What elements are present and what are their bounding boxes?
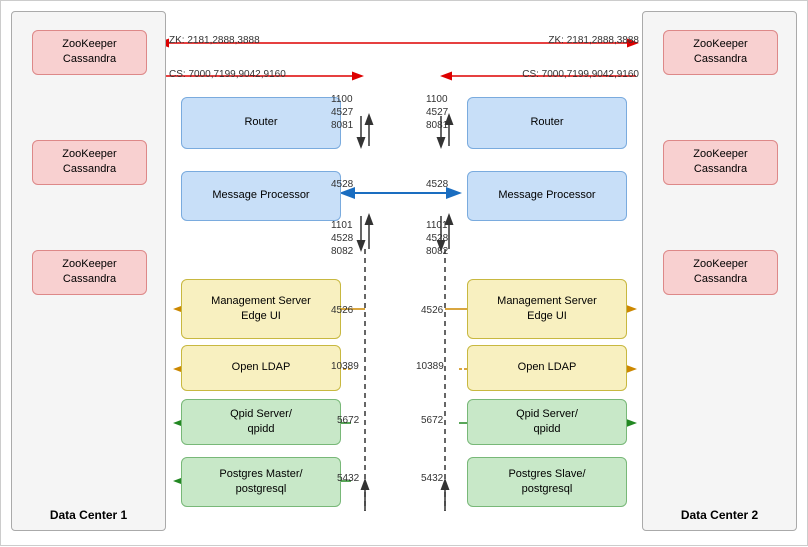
zk2-box1: ZooKeeperCassandra: [663, 30, 778, 75]
left-mp-box: Message Processor: [181, 171, 341, 221]
right-ldap-box: Open LDAP: [467, 345, 627, 391]
zk2-box3: ZooKeeperCassandra: [663, 250, 778, 295]
right-pg-box: Postgres Slave/postgresql: [467, 457, 627, 507]
right-mp-box: Message Processor: [467, 171, 627, 221]
zk-port-label-right: ZK: 2181,2888,3888: [548, 35, 639, 46]
cs-port-left: CS: 7000,7199,9042,9160: [169, 69, 286, 80]
left-ldap-label: Open LDAP: [232, 360, 291, 375]
right-mp-label: Message Processor: [498, 188, 595, 203]
left-pg-label: Postgres Master/postgresql: [219, 467, 302, 498]
main-diagram: ZooKeeperCassandra ZooKeeperCassandra Zo…: [0, 0, 808, 546]
right-router-box: Router: [467, 97, 627, 149]
qpid-port-left: 5672: [337, 415, 359, 426]
right-ldap-label: Open LDAP: [518, 360, 577, 375]
mgmt-port-right: 4526: [421, 305, 443, 316]
left-ldap-box: Open LDAP: [181, 345, 341, 391]
cs-port-right: CS: 7000,7199,9042,9160: [522, 69, 639, 80]
left-mgmt-label: Management ServerEdge UI: [211, 294, 311, 325]
ldap-port-right: 10389: [416, 361, 444, 372]
router-ports-right: 110045278081: [426, 93, 448, 132]
dc2-box: ZooKeeperCassandra ZooKeeperCassandra Zo…: [642, 11, 797, 531]
zk2-box2: ZooKeeperCassandra: [663, 140, 778, 185]
mp-port-left: 4528: [331, 179, 353, 190]
left-qpid-box: Qpid Server/qpidd: [181, 399, 341, 445]
zk1-box2: ZooKeeperCassandra: [32, 140, 147, 185]
right-mgmt-label: Management ServerEdge UI: [497, 294, 597, 325]
pg-port-right: 5432: [421, 473, 443, 484]
mp-ports-bottom-right: 110145288082: [426, 219, 448, 258]
right-qpid-box: Qpid Server/qpidd: [467, 399, 627, 445]
left-router-label: Router: [244, 115, 277, 130]
right-pg-label: Postgres Slave/postgresql: [508, 467, 585, 498]
qpid-port-right: 5672: [421, 415, 443, 426]
router-ports-left: 110045278081: [331, 93, 353, 132]
mp-port-right: 4528: [426, 179, 448, 190]
pg-port-left: 5432: [337, 473, 359, 484]
left-qpid-label: Qpid Server/qpidd: [230, 407, 292, 438]
right-mgmt-box: Management ServerEdge UI: [467, 279, 627, 339]
ldap-port-left: 10389: [331, 361, 359, 372]
left-mgmt-box: Management ServerEdge UI: [181, 279, 341, 339]
right-qpid-label: Qpid Server/qpidd: [516, 407, 578, 438]
left-mp-label: Message Processor: [212, 188, 309, 203]
dc1-box: ZooKeeperCassandra ZooKeeperCassandra Zo…: [11, 11, 166, 531]
dc1-label: Data Center 1: [50, 508, 127, 522]
mgmt-port-left: 4526: [331, 305, 353, 316]
zk-port-label-left: ZK: 2181,2888,3888: [169, 35, 260, 46]
right-router-label: Router: [530, 115, 563, 130]
left-pg-box: Postgres Master/postgresql: [181, 457, 341, 507]
zk1-box1: ZooKeeperCassandra: [32, 30, 147, 75]
left-router-box: Router: [181, 97, 341, 149]
mp-ports-bottom-left: 110145288082: [331, 219, 353, 258]
zk1-box3: ZooKeeperCassandra: [32, 250, 147, 295]
dc2-label: Data Center 2: [681, 508, 758, 522]
